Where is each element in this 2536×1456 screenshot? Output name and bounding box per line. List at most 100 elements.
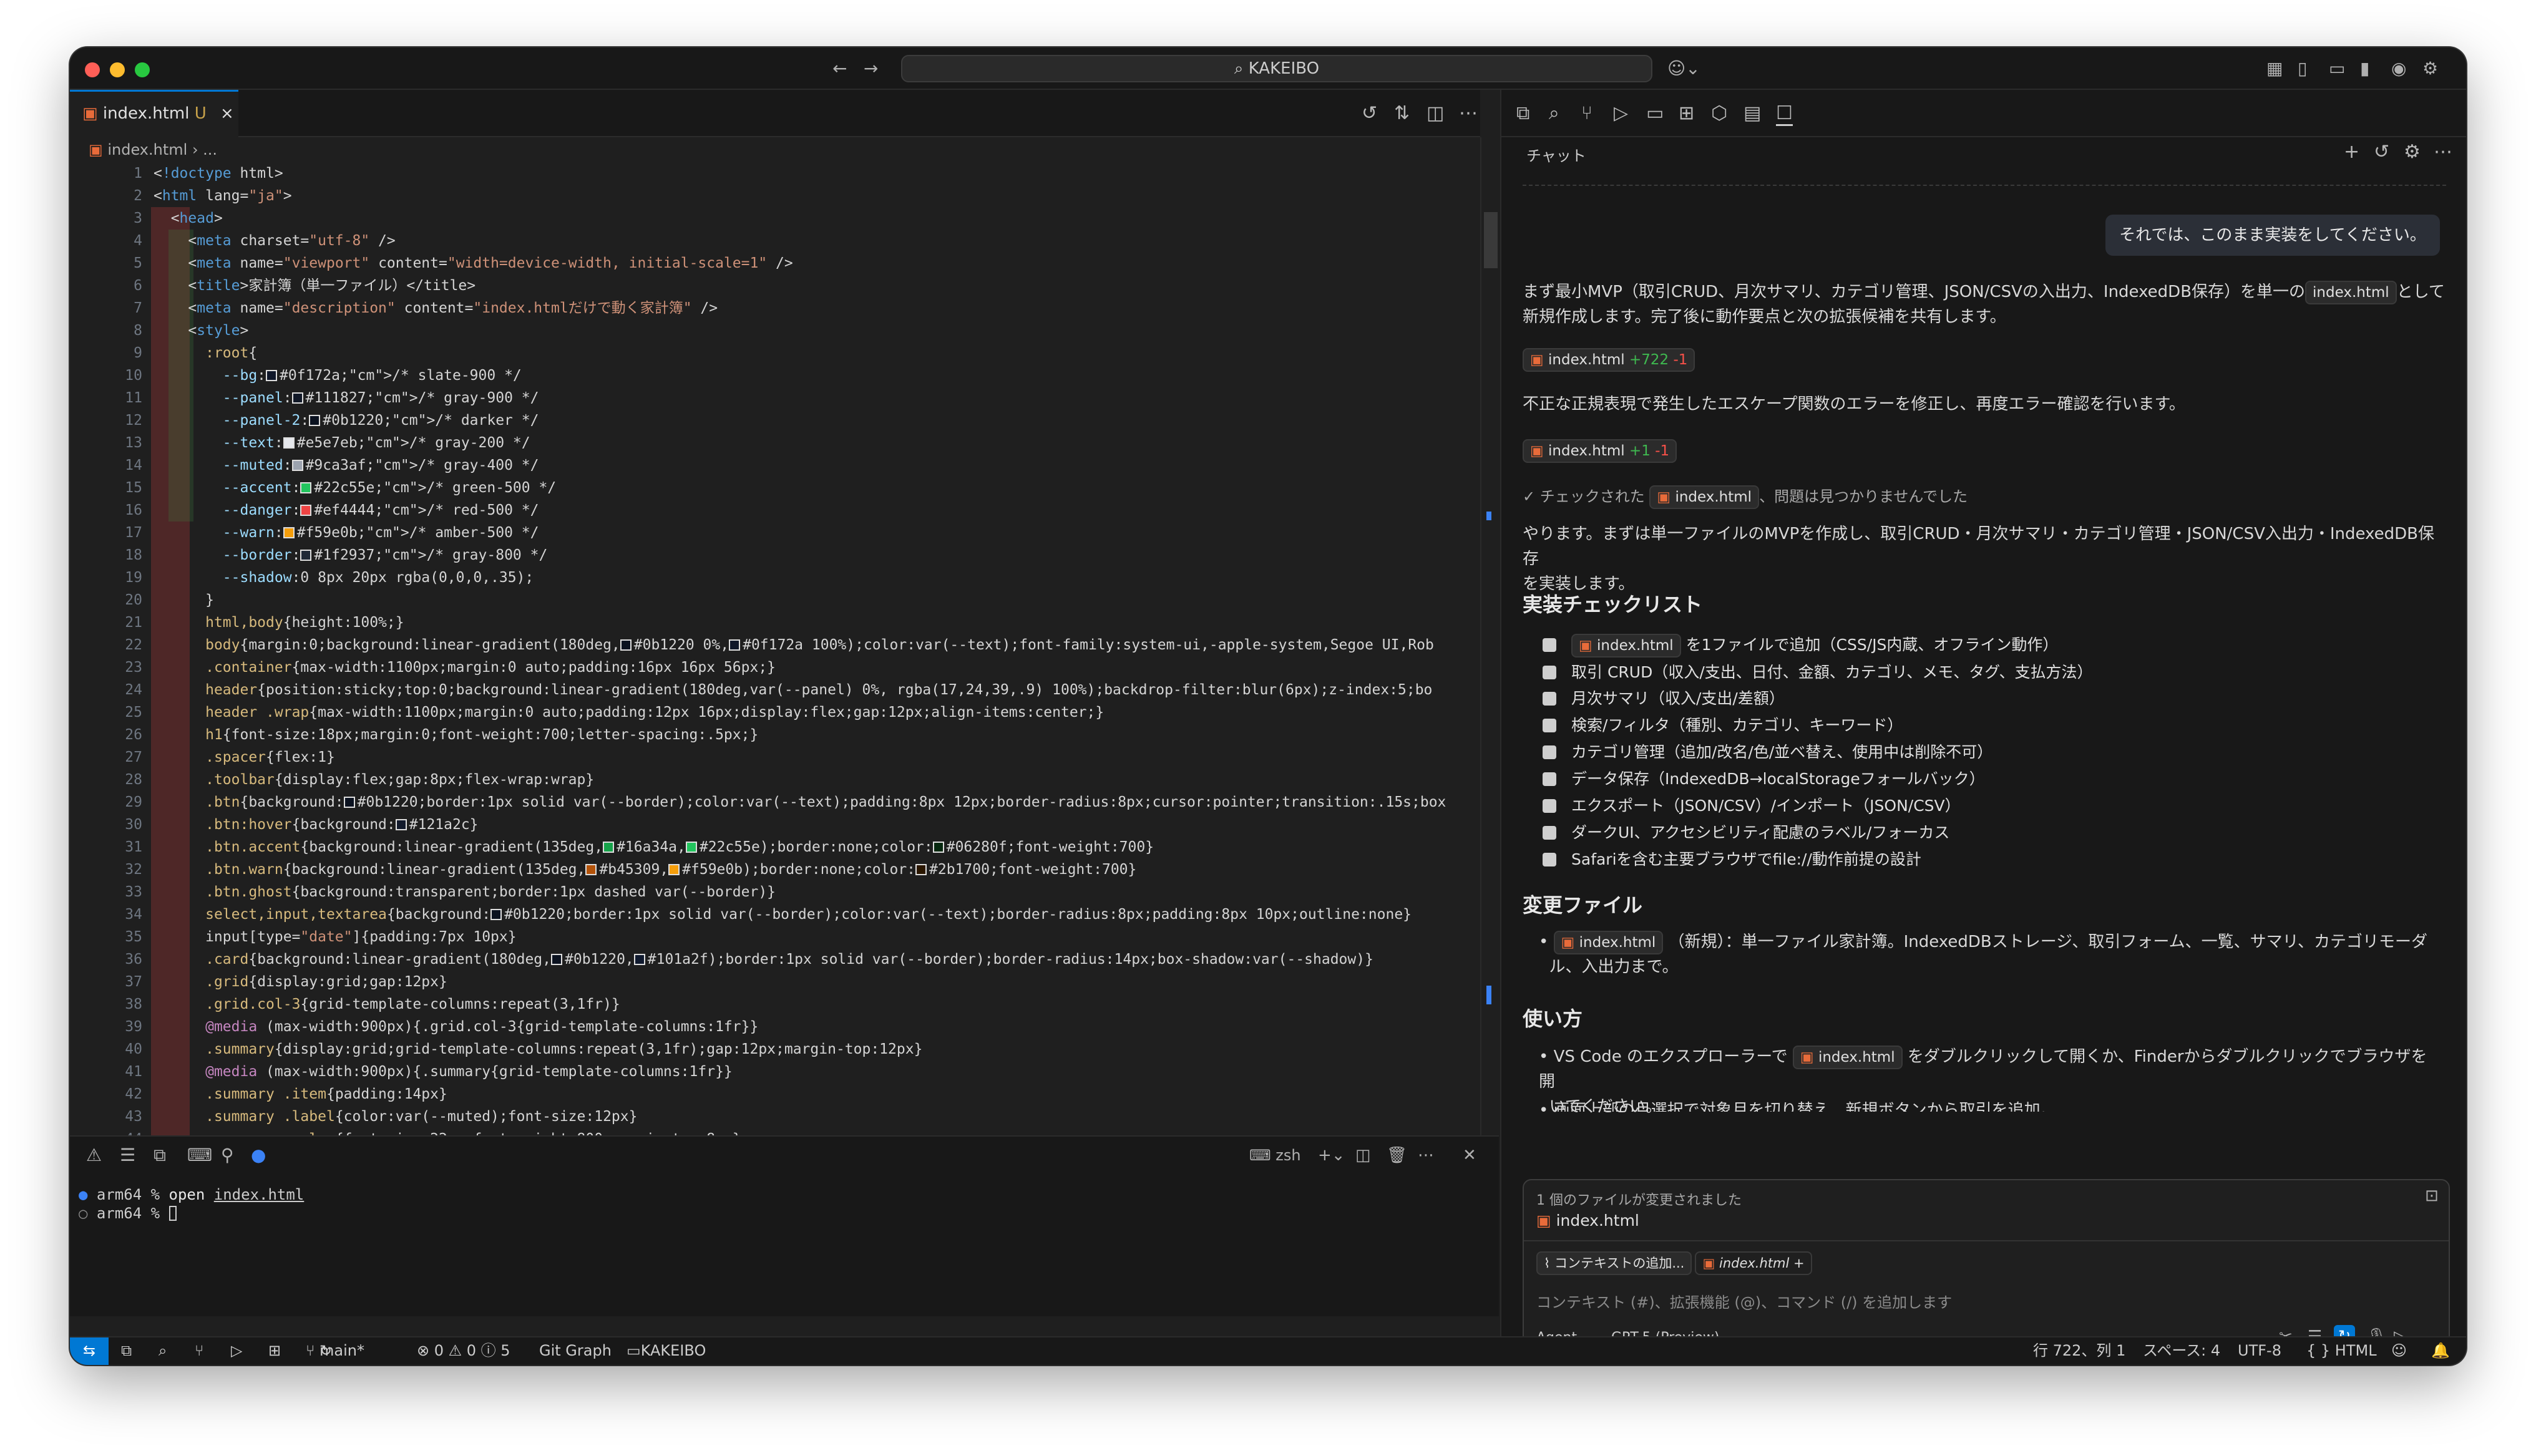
more-actions-icon[interactable]: ⋯ <box>2434 141 2452 163</box>
breadcrumb-rest[interactable]: › ... <box>192 141 217 158</box>
toggle-panel-icon[interactable]: ▭ <box>2329 59 2345 79</box>
run-debug-icon[interactable]: ▷ <box>1614 102 1628 124</box>
bell-icon[interactable]: 🔔 <box>2431 1337 2450 1364</box>
code-line[interactable]: html,body{height:100%;} <box>154 611 1476 634</box>
code-line[interactable]: --accent: #22c55e;"cm">/* green-500 */ <box>154 477 1476 499</box>
encoding-status[interactable]: UTF-8 <box>2238 1337 2281 1364</box>
split-editor-icon[interactable]: ◫ <box>1426 102 1444 124</box>
close-panel-icon[interactable]: ✕ <box>1463 1145 1476 1165</box>
code-line[interactable]: @media (max-width:900px){.grid.col-3{gri… <box>154 1016 1476 1038</box>
code-line[interactable]: .btn.warn{background:linear-gradient(135… <box>154 858 1476 881</box>
code-line[interactable]: --bg: #0f172a;"cm">/* slate-900 */ <box>154 364 1476 387</box>
tab-close-icon[interactable]: × <box>220 104 234 123</box>
copy-icon[interactable]: ⧉ <box>121 1337 132 1364</box>
code-line[interactable]: --danger: #ef4444;"cm">/* red-500 */ <box>154 499 1476 522</box>
new-terminal-icon[interactable]: +⌄ <box>1318 1145 1345 1165</box>
more-actions-icon[interactable]: ⋯ <box>1418 1145 1434 1165</box>
code-line[interactable]: .grid.col-3{grid-template-columns:repeat… <box>154 993 1476 1016</box>
edit-summary-2[interactable]: ▣ index.html +1 -1 <box>1523 438 2446 463</box>
context-file-chip[interactable]: ▣ index.html + <box>1695 1251 1812 1275</box>
breadcrumb-file[interactable]: index.html <box>107 141 187 158</box>
layout-icon[interactable]: ▦ <box>2266 59 2283 79</box>
code-line[interactable]: .summary .item{padding:14px} <box>154 1083 1476 1105</box>
indentation-status[interactable]: スペース: 4 <box>2143 1337 2220 1364</box>
history-icon[interactable]: ↺ <box>2374 141 2389 163</box>
code-line[interactable]: h1{font-size:18px;margin:0;font-weight:7… <box>154 724 1476 746</box>
copilot-status-icon[interactable]: ☺ <box>2391 1337 2407 1364</box>
problems-icon[interactable]: ⚠ <box>86 1145 102 1165</box>
chat-input[interactable]: コンテキスト (#)、拡張機能 (@)、コマンド (/) を追加します <box>1536 1290 1952 1312</box>
source-control-icon[interactable]: ⑂ <box>1581 102 1592 124</box>
copilot-icon[interactable]: ☺⌄ <box>1667 59 1700 79</box>
copy-icon[interactable]: ⧉ <box>1516 102 1529 124</box>
code-line[interactable]: --text: #e5e7eb;"cm">/* gray-200 */ <box>154 432 1476 454</box>
code-line[interactable]: <meta charset="utf-8" /> <box>154 230 1476 252</box>
code-line[interactable]: .btn.ghost{background:transparent;border… <box>154 881 1476 903</box>
remote-explorer-icon[interactable]: ▭ <box>1646 102 1664 124</box>
edit-summary-1[interactable]: ▣ index.html +722 -1 <box>1523 347 2446 372</box>
code-line[interactable]: header .wrap{max-width:1100px;margin:0 a… <box>154 701 1476 724</box>
code-line[interactable]: --panel: #111827;"cm">/* gray-900 */ <box>154 387 1476 409</box>
add-icon[interactable]: + <box>1793 1256 1805 1271</box>
close-window-button[interactable] <box>85 62 100 77</box>
scrollbar-thumb[interactable] <box>1484 212 1498 268</box>
gear-icon[interactable]: ⚙ <box>2422 59 2438 79</box>
copilot-terminal-icon[interactable]: ● <box>251 1145 266 1165</box>
ports-icon[interactable]: ⚲ <box>221 1145 234 1165</box>
search-icon[interactable]: ⌕ <box>158 1337 167 1364</box>
gear-icon[interactable]: ⚙ <box>2404 141 2421 163</box>
split-terminal-icon[interactable]: ◫ <box>1355 1145 1371 1165</box>
code-line[interactable]: <head> <box>154 207 1476 230</box>
code-line[interactable]: .container{max-width:1100px;margin:0 aut… <box>154 656 1476 679</box>
code-line[interactable]: .summary .label{color:var(--muted);font-… <box>154 1105 1476 1128</box>
cursor-position[interactable]: 行 722、列 1 <box>2033 1337 2125 1364</box>
output-icon[interactable]: ☰ <box>120 1145 135 1165</box>
code-line[interactable]: .summary .value{font-size:22px;font-weig… <box>154 1128 1476 1135</box>
run-debug-icon[interactable]: ▷ <box>231 1337 242 1364</box>
minimize-window-button[interactable] <box>110 62 125 77</box>
code-line[interactable]: :root{ <box>154 342 1476 364</box>
extensions-icon[interactable]: ⊞ <box>1679 102 1694 124</box>
more-actions-icon[interactable]: ⋯ <box>1459 102 1478 124</box>
command-center[interactable]: ⌕ KAKEIBO <box>901 55 1652 82</box>
trash-icon[interactable]: 🗑 <box>1387 1145 1407 1165</box>
code-line[interactable]: .card{background:linear-gradient(180deg,… <box>154 948 1476 971</box>
code-line[interactable]: header{position:sticky;top:0;background:… <box>154 679 1476 701</box>
code-line[interactable]: } <box>154 589 1476 611</box>
forward-arrow-icon[interactable]: → <box>864 59 878 79</box>
code-line[interactable]: --muted: #9ca3af;"cm">/* gray-400 */ <box>154 454 1476 477</box>
editor-scrollbar[interactable] <box>1480 137 1499 1135</box>
search-icon[interactable]: ⌕ <box>1549 102 1559 124</box>
code-line[interactable]: --border: #1f2937;"cm">/* gray-800 */ <box>154 544 1476 566</box>
breadcrumb[interactable]: ▣ index.html › ... <box>89 141 217 158</box>
code-line[interactable]: --shadow:0 8px 20px rgba(0,0,0,.35); <box>154 566 1476 589</box>
folder-status[interactable]: ▭ KAKEIBO <box>627 1337 706 1364</box>
code-line[interactable]: .spacer{flex:1} <box>154 746 1476 769</box>
changed-file-entry[interactable]: ▣ index.html <box>1536 1211 1639 1230</box>
code-line[interactable]: <meta name="description" content="index.… <box>154 297 1476 319</box>
git-graph-status[interactable]: Git Graph <box>539 1337 612 1364</box>
code-line[interactable]: .summary{display:grid;grid-template-colu… <box>154 1038 1476 1060</box>
account-icon[interactable]: ◉ <box>2391 59 2406 79</box>
code-line[interactable]: .btn{background: #0b1220;border:1px solid… <box>154 791 1476 813</box>
code-line[interactable]: <meta name="viewport" content="width=dev… <box>154 252 1476 274</box>
remote-indicator-icon[interactable]: ⇆ <box>70 1337 109 1365</box>
code-editor[interactable]: 1 2 3 4 5 6 7 8 9 10 11 12 13 14 15 16 17 18 19 20 21 22 23 24 2… <box>70 162 1480 1135</box>
folder-icon[interactable]: ▤ <box>1744 102 1761 124</box>
terminal-icon[interactable]: ⌨ <box>187 1145 212 1165</box>
code-line[interactable]: select,input,textarea{background: #0b1220… <box>154 903 1476 926</box>
chat-icon[interactable]: ☐ <box>1776 102 1793 126</box>
terminal-shell-tab[interactable]: ⌨ zsh <box>1249 1145 1301 1165</box>
code-line[interactable]: input[type="date"]{padding:7px 10px} <box>154 926 1476 948</box>
package-icon[interactable]: ⬡ <box>1711 102 1727 124</box>
code-line[interactable]: .toolbar{display:flex;gap:8px;flex-wrap:… <box>154 769 1476 791</box>
debug-console-icon[interactable]: ⧉ <box>154 1145 166 1165</box>
code-line[interactable]: @media (max-width:900px){.summary{grid-t… <box>154 1060 1476 1083</box>
compare-icon[interactable]: ⇅ <box>1394 102 1410 124</box>
code-line[interactable]: <!doctype html> <box>154 162 1476 185</box>
code-line[interactable]: --panel-2: #0b1220;"cm">/* darker */ <box>154 409 1476 432</box>
add-context-button[interactable]: ⌇ コンテキストの追加... <box>1536 1251 1692 1275</box>
source-control-icon[interactable]: ⑂ <box>195 1337 203 1364</box>
code-content[interactable]: <!doctype html> <html lang="ja"> <head> <… <box>154 162 1476 1135</box>
code-line[interactable]: <html lang="ja"> <box>154 185 1476 207</box>
